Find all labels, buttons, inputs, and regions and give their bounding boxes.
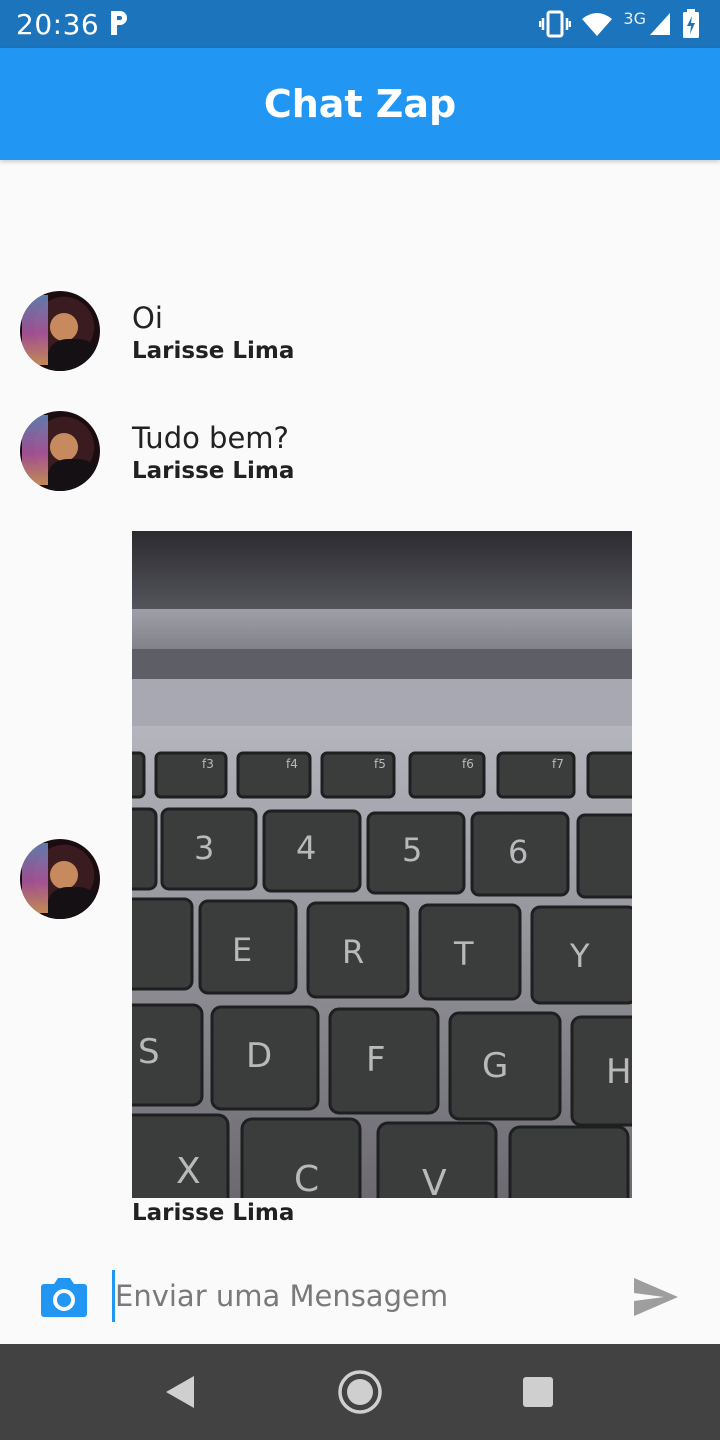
svg-text:4: 4: [296, 829, 316, 867]
camera-icon[interactable]: [40, 1274, 88, 1318]
svg-text:S: S: [138, 1032, 160, 1072]
vibrate-icon: [539, 10, 572, 38]
svg-text:T: T: [453, 935, 474, 973]
svg-text:f6: f6: [462, 757, 474, 771]
battery-charging-icon: [683, 9, 699, 38]
svg-text:f4: f4: [286, 757, 298, 771]
svg-text:R: R: [342, 933, 364, 971]
svg-text:C: C: [294, 1159, 319, 1198]
recents-icon[interactable]: [514, 1368, 562, 1416]
svg-text:G: G: [482, 1046, 508, 1086]
svg-text:D: D: [246, 1036, 272, 1076]
svg-text:6: 6: [508, 833, 528, 871]
send-icon[interactable]: [632, 1276, 680, 1318]
message-input[interactable]: [112, 1270, 602, 1322]
parking-icon: [111, 11, 127, 35]
message-sender: Larisse Lima: [132, 1200, 295, 1226]
status-icons: 3G: [539, 8, 700, 40]
svg-text:V: V: [422, 1163, 447, 1198]
network-type: 3G: [623, 8, 646, 28]
svg-text:X: X: [176, 1151, 201, 1192]
svg-text:5: 5: [402, 831, 422, 869]
avatar: [20, 839, 100, 919]
status-bar: 20:36 3G: [0, 0, 720, 48]
svg-text:E: E: [232, 931, 252, 969]
signal-icon: [650, 13, 670, 35]
app-bar: Chat Zap: [0, 48, 720, 160]
svg-text:H: H: [606, 1052, 632, 1092]
home-icon[interactable]: [336, 1368, 384, 1416]
message-item-image: f3 f4 f5 f6 f7 3 4 5 6 E R T Y S D F G H…: [0, 160, 720, 1240]
svg-text:f7: f7: [552, 757, 564, 771]
svg-text:F: F: [366, 1040, 386, 1080]
svg-text:f3: f3: [202, 757, 214, 771]
back-icon[interactable]: [156, 1368, 204, 1416]
wifi-icon: [582, 13, 613, 36]
status-time: 20:36: [16, 8, 100, 41]
system-nav-bar: [0, 1344, 720, 1440]
svg-text:f5: f5: [374, 757, 386, 771]
chat-list[interactable]: Oi Larisse Lima Tudo bem? Larisse Lima f…: [0, 160, 720, 1250]
app-title: Chat Zap: [263, 82, 457, 126]
svg-text:Y: Y: [569, 937, 590, 975]
svg-text:3: 3: [194, 829, 214, 867]
message-image[interactable]: f3 f4 f5 f6 f7 3 4 5 6 E R T Y S D F G H…: [132, 531, 632, 1198]
message-composer: [0, 1250, 720, 1344]
